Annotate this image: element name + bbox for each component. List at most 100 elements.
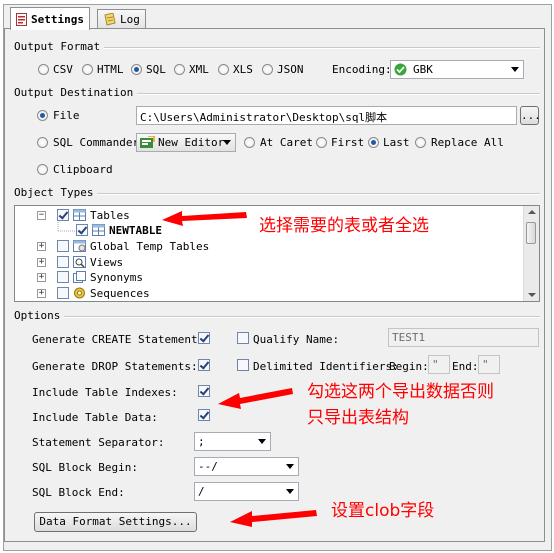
destination-file-label: File xyxy=(53,109,80,122)
chevron-down-icon xyxy=(511,67,519,72)
scroll-down-icon[interactable] xyxy=(528,293,536,297)
sql-block-begin-select[interactable]: --/ xyxy=(194,457,299,476)
last-label: Last xyxy=(383,136,410,149)
annotation-clob: 设置clob字段 xyxy=(331,501,435,521)
expand-icon[interactable]: + xyxy=(37,289,46,298)
include-data-checkbox[interactable] xyxy=(198,409,210,421)
tab-log[interactable]: Log xyxy=(97,9,146,29)
qualify-name-label: Qualify Name: xyxy=(253,333,340,346)
format-csv-label: CSV xyxy=(53,63,73,76)
include-indexes-label: Include Table Indexes: xyxy=(32,386,178,399)
at-caret-radio[interactable] xyxy=(244,137,255,148)
format-html-radio[interactable] xyxy=(82,64,93,75)
format-sql-label: SQL xyxy=(146,63,166,76)
end-input[interactable]: " xyxy=(478,355,500,374)
browse-button[interactable]: ... xyxy=(520,106,541,125)
data-format-settings-button[interactable]: Data Format Settings... xyxy=(34,512,197,532)
tree-scrollbar[interactable] xyxy=(523,206,539,301)
chevron-down-icon xyxy=(286,464,294,469)
output-destination-title: Output Destination xyxy=(14,86,138,99)
statement-separator-value: ; xyxy=(198,435,205,448)
format-html-label: HTML xyxy=(97,63,124,76)
tree-item-tables-label: Tables xyxy=(90,209,130,222)
encoding-label: Encoding: xyxy=(332,63,392,76)
statement-separator-select[interactable]: ; xyxy=(194,432,271,451)
encoding-select[interactable]: GBK xyxy=(390,60,524,79)
sequence-gear-icon xyxy=(73,287,86,299)
delimited-identifiers-checkbox[interactable] xyxy=(237,359,249,371)
end-label: End: xyxy=(452,360,479,373)
file-path-input[interactable]: C:\Users\Administrator\Desktop\sql脚本 xyxy=(136,106,517,125)
output-format-title: Output Format xyxy=(14,40,105,53)
sql-block-begin-value: --/ xyxy=(198,460,218,473)
format-json-radio[interactable] xyxy=(262,64,273,75)
begin-input[interactable]: " xyxy=(428,355,450,374)
format-xls-label: XLS xyxy=(233,63,253,76)
table-icon xyxy=(73,209,86,221)
replace-all-label: Replace All xyxy=(431,136,504,149)
generate-drop-checkbox[interactable] xyxy=(198,359,210,371)
views-checkbox[interactable] xyxy=(57,256,69,268)
tree-item-synonyms-label: Synonyms xyxy=(90,271,143,284)
annotation-select-tables: 选择需要的表或者全选 xyxy=(259,216,429,236)
settings-doc-icon xyxy=(16,12,27,26)
last-radio[interactable] xyxy=(368,137,379,148)
format-xml-radio[interactable] xyxy=(174,64,185,75)
annotation-export-data-line1: 勾选这两个导出数据否则 xyxy=(307,382,494,402)
synonyms-checkbox[interactable] xyxy=(57,271,69,283)
tree-item-views-label: Views xyxy=(90,256,124,269)
destination-sql-commander-radio[interactable] xyxy=(37,137,48,148)
expand-icon[interactable]: + xyxy=(37,258,46,267)
tree-item-global-temp-tables-label: Global Temp Tables xyxy=(90,240,210,253)
editor-icon xyxy=(140,135,155,149)
tab-settings-label: Settings xyxy=(31,12,84,26)
generate-create-checkbox[interactable] xyxy=(198,332,210,344)
global-temp-tables-checkbox[interactable] xyxy=(57,240,69,252)
chevron-down-icon xyxy=(258,439,266,444)
first-radio[interactable] xyxy=(316,137,327,148)
tab-settings[interactable]: Settings xyxy=(10,7,90,30)
sql-block-begin-label: SQL Block Begin: xyxy=(32,461,138,474)
newtable-checkbox[interactable] xyxy=(76,224,88,236)
options-title: Options xyxy=(14,309,65,322)
first-label: First xyxy=(331,136,365,149)
sql-block-end-select[interactable]: / xyxy=(194,482,299,501)
chevron-down-icon xyxy=(286,489,294,494)
tables-checkbox[interactable] xyxy=(57,209,69,221)
qualify-name-checkbox[interactable] xyxy=(237,332,249,344)
editor-select[interactable]: New Editor xyxy=(136,133,236,152)
table-icon xyxy=(92,224,105,236)
qualify-name-input[interactable]: TEST1 xyxy=(388,328,539,347)
clipboard-label: Clipboard xyxy=(53,163,113,176)
tab-log-label: Log xyxy=(120,13,140,26)
scroll-up-icon[interactable] xyxy=(528,210,536,214)
sql-block-end-label: SQL Block End: xyxy=(32,486,125,499)
format-xml-label: XML xyxy=(189,63,209,76)
begin-label: Begin: xyxy=(389,360,429,373)
format-json-label: JSON xyxy=(277,63,304,76)
encoding-check-icon xyxy=(394,63,407,76)
annotation-export-data-line2: 只导出表结构 xyxy=(307,408,409,428)
expand-icon[interactable]: + xyxy=(37,273,46,282)
replace-all-radio[interactable] xyxy=(415,137,426,148)
expand-icon[interactable]: + xyxy=(37,242,46,251)
object-types-title: Object Types xyxy=(14,186,98,199)
at-caret-label: At Caret xyxy=(260,136,313,149)
synonym-icon xyxy=(73,271,86,283)
chevron-down-icon xyxy=(223,140,231,145)
tree-item-newtable-label: NEWTABLE xyxy=(109,224,162,237)
collapse-icon[interactable]: − xyxy=(37,211,46,220)
destination-clipboard-radio[interactable] xyxy=(37,164,48,175)
format-csv-radio[interactable] xyxy=(38,64,49,75)
output-format-divider xyxy=(94,47,540,49)
format-xls-radio[interactable] xyxy=(218,64,229,75)
options-divider xyxy=(62,316,540,318)
sequences-checkbox[interactable] xyxy=(57,287,69,299)
output-destination-divider xyxy=(126,93,540,95)
include-indexes-checkbox[interactable] xyxy=(198,385,210,397)
encoding-value: GBK xyxy=(413,63,433,76)
scroll-thumb[interactable] xyxy=(526,222,536,244)
log-notepad-icon xyxy=(103,12,116,26)
format-sql-radio[interactable] xyxy=(131,64,142,75)
destination-file-radio[interactable] xyxy=(37,110,48,121)
